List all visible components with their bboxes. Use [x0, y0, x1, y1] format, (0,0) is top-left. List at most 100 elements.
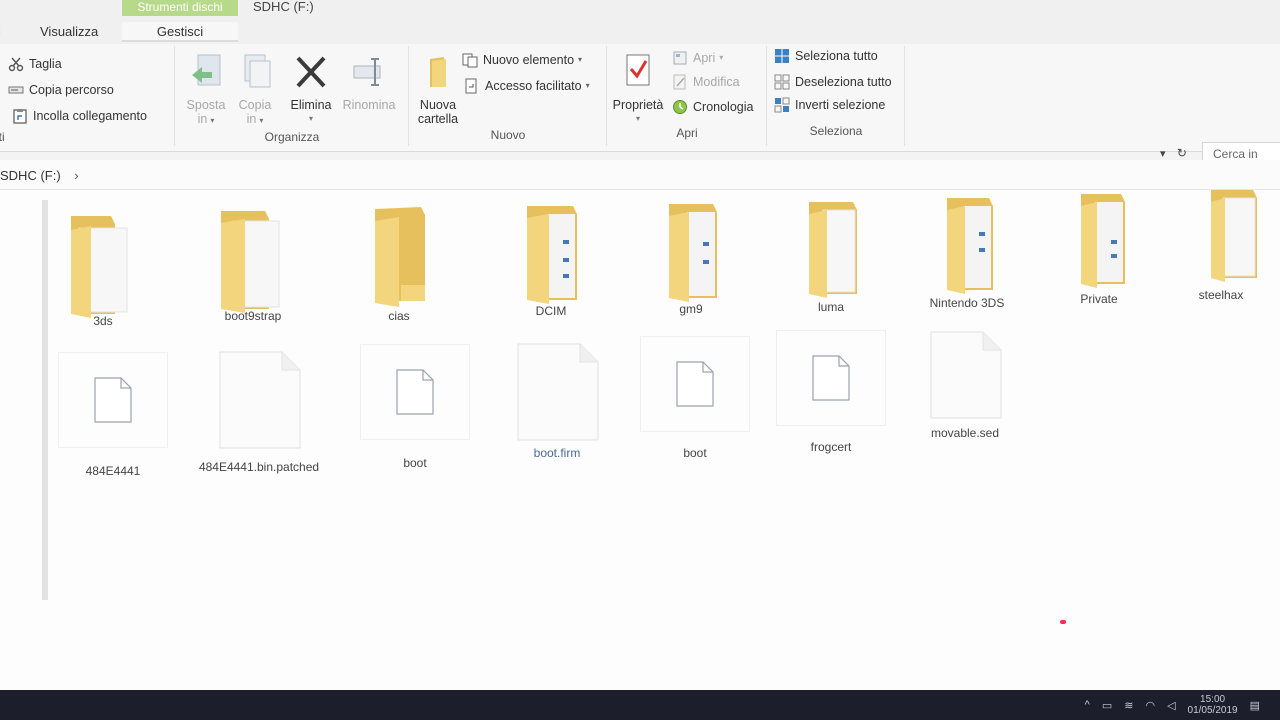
chevron-up-icon[interactable]: ^	[1085, 699, 1090, 711]
open-icon	[672, 50, 688, 66]
file-name: movable.sed	[930, 426, 1000, 440]
file-tile	[640, 336, 750, 432]
clock[interactable]: 15:00 01/05/2019	[1188, 694, 1238, 716]
select-all-button[interactable]: Seleziona tutto	[774, 46, 878, 66]
cut-button[interactable]: Taglia	[8, 54, 62, 74]
paste-shortcut-icon	[12, 108, 28, 124]
file-item[interactable]: boot.firm	[492, 343, 622, 461]
rename-button[interactable]: Rinomina	[338, 52, 400, 112]
volume-icon[interactable]: ◁	[1167, 699, 1175, 712]
copy-path-button[interactable]: Copia percorso	[8, 80, 114, 100]
address-history-dropdown[interactable]: ▾	[1160, 148, 1166, 160]
file-tile	[360, 344, 470, 440]
system-tray: ^ ▭ ≋ ◠ ◁ 15:00 01/05/2019 ▤	[1085, 690, 1260, 720]
file-tile	[776, 330, 886, 426]
copy-to-button[interactable]: Copia in ▾	[232, 52, 278, 128]
refresh-icon[interactable]: ↻	[1177, 146, 1187, 160]
folder-item[interactable]: steelhax	[1166, 184, 1276, 303]
delete-button[interactable]: Elimina ▾	[286, 52, 336, 126]
invert-selection-icon	[774, 97, 790, 113]
file-item[interactable]: frogcert	[766, 330, 896, 455]
open-group: Proprietà ▾ Apri ▾ Modifica Cronologia A…	[608, 44, 766, 150]
generic-file-icon	[94, 377, 132, 423]
folder-icon	[1051, 188, 1147, 288]
new-item-icon	[462, 52, 478, 68]
window-title: SDHC (F:)	[253, 0, 314, 14]
taskbar: ^ ▭ ≋ ◠ ◁ 15:00 01/05/2019 ▤	[0, 690, 1280, 720]
edit-label: Modifica	[693, 75, 740, 89]
network-icon[interactable]: ≋	[1124, 699, 1133, 712]
file-tile	[58, 352, 168, 448]
breadcrumb-drive[interactable]: SDHC (F:)	[0, 168, 61, 183]
folder-item[interactable]: gm9	[626, 198, 756, 317]
contextual-tab-header: Strumenti dischi	[122, 0, 238, 16]
address-bar[interactable]: SDHC (F:) ›	[0, 160, 1280, 190]
move-to-icon	[186, 52, 226, 92]
move-to-button[interactable]: Sposta in ▾	[180, 52, 232, 128]
notifications-icon[interactable]: ▤	[1250, 699, 1260, 712]
invert-selection-label: Inverti selezione	[795, 98, 886, 112]
file-item[interactable]: boot	[630, 336, 760, 461]
folder-item[interactable]: boot9strap	[188, 205, 318, 324]
folder-item[interactable]: DCIM	[486, 200, 616, 319]
file-item[interactable]: boot	[350, 344, 480, 471]
select-none-label: Deseleziona tutto	[795, 75, 892, 89]
file-name: boot	[683, 446, 707, 460]
new-folder-icon	[418, 52, 458, 92]
new-item-label: Nuovo elemento	[483, 53, 575, 67]
move-to-label: Sposta	[186, 98, 226, 112]
properties-check-icon	[618, 52, 658, 92]
history-icon	[672, 99, 688, 115]
ribbon: Taglia Copia percorso Incolla collegamen…	[0, 44, 1280, 152]
select-group: Seleziona tutto Deseleziona tutto Invert…	[768, 44, 904, 150]
easy-access-button[interactable]: Accesso facilitato ▾	[464, 76, 590, 96]
properties-button[interactable]: Proprietà ▾	[610, 52, 666, 126]
new-group: Nuova cartella Nuovo elemento ▾ Accesso …	[410, 44, 606, 150]
organize-group: Sposta in ▾ Copia in ▾ Elimina ▾ Rinomina …	[176, 44, 408, 150]
move-to-label-2: in	[197, 112, 208, 126]
select-none-button[interactable]: Deseleziona tutto	[774, 72, 892, 92]
edit-button[interactable]: Modifica	[672, 72, 740, 92]
rename-label: Rinomina	[342, 98, 396, 112]
blank-file-icon	[517, 343, 599, 441]
new-folder-button[interactable]: Nuova cartella	[412, 52, 464, 126]
file-tile	[204, 351, 314, 449]
history-button[interactable]: Cronologia	[672, 97, 753, 117]
wifi-icon[interactable]: ◠	[1145, 699, 1155, 712]
file-name: boot.firm	[533, 446, 581, 460]
folder-icon	[55, 210, 151, 318]
file-item[interactable]: 484E4441	[48, 352, 178, 479]
usb-drive-icon[interactable]: ▭	[1102, 699, 1112, 712]
folder-icon	[783, 196, 879, 298]
folder-item[interactable]: luma	[766, 196, 896, 315]
breadcrumb[interactable]: SDHC (F:) ›	[0, 168, 79, 183]
open-button[interactable]: Apri ▾	[672, 48, 723, 68]
group-separator	[904, 46, 905, 146]
tab-partial[interactable]: i	[0, 22, 1, 42]
file-item[interactable]: 484E4441.bin.patched	[194, 351, 324, 475]
new-item-button[interactable]: Nuovo elemento ▾	[462, 50, 582, 70]
folder-item[interactable]: Nintendo 3DS	[902, 192, 1032, 311]
copy-to-label: Copia	[238, 98, 272, 112]
folder-item[interactable]: cias	[334, 205, 464, 324]
invert-selection-button[interactable]: Inverti selezione	[774, 95, 885, 115]
folder-item[interactable]: 3ds	[38, 210, 168, 329]
group-separator	[766, 46, 767, 146]
paste-shortcut-button[interactable]: Incolla collegamento	[12, 106, 147, 126]
select-all-icon	[774, 48, 790, 64]
mouse-pointer-dot	[1060, 620, 1066, 624]
edit-icon	[672, 74, 688, 90]
tab-manage[interactable]: Gestisci	[122, 22, 238, 42]
group-separator	[174, 46, 175, 146]
folder-item[interactable]: Private	[1034, 188, 1164, 307]
tab-view[interactable]: Visualizza	[40, 22, 98, 42]
blank-file-icon	[930, 331, 1002, 419]
file-name: 484E4441.bin.patched	[198, 460, 320, 474]
folder-icon	[919, 192, 1015, 294]
properties-label: Proprietà	[612, 98, 664, 112]
clock-date: 01/05/2019	[1187, 705, 1238, 716]
breadcrumb-chevron-icon[interactable]: ›	[74, 168, 78, 183]
clipboard-group-label: nti	[0, 130, 5, 144]
file-item[interactable]: movable.sed	[900, 330, 1030, 441]
open-label: Apri	[693, 51, 716, 65]
